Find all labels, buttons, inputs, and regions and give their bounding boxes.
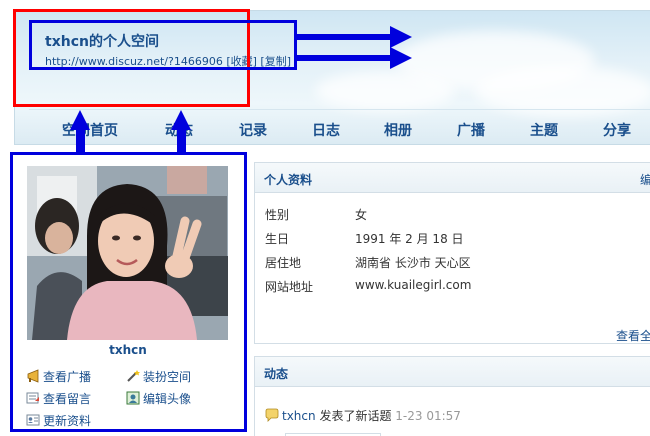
profile-info-panel: 个人资料 编 性别 女 生日 1991 年 2 月 18 日 居住地 湖南省 长… bbox=[254, 162, 650, 344]
annotation-arrow-right-2-head bbox=[390, 47, 412, 69]
nav-broadcast[interactable]: 广播 bbox=[457, 120, 485, 140]
feed-header: 动态 bbox=[255, 357, 650, 387]
info-value: 1991 年 2 月 18 日 bbox=[355, 232, 464, 246]
info-label: 居住地 bbox=[265, 256, 302, 270]
annotation-arrow-right-2 bbox=[297, 55, 392, 61]
feed-user-link[interactable]: txhcn bbox=[282, 409, 316, 423]
info-row-birthday: 生日 1991 年 2 月 18 日 bbox=[265, 230, 464, 247]
feed-panel: 动态 txhcn 发表了新话题 1-23 01:57 bbox=[254, 356, 650, 436]
annotation-blue-box-profile bbox=[10, 152, 247, 432]
annotation-arrow-up-2-head bbox=[171, 110, 191, 130]
info-row-gender: 性别 女 bbox=[265, 206, 367, 223]
feed-time: 1-23 01:57 bbox=[395, 409, 461, 423]
info-row-website: 网站地址 www.kuailegirl.com bbox=[265, 278, 471, 295]
info-label: 生日 bbox=[265, 232, 290, 246]
info-label: 性别 bbox=[265, 208, 290, 222]
annotation-arrow-right-1-head bbox=[390, 26, 412, 48]
annotation-blue-box-title bbox=[29, 20, 297, 70]
feed-text: 发表了新话题 bbox=[315, 409, 396, 423]
info-value: 女 bbox=[355, 208, 368, 222]
nav-topics[interactable]: 主题 bbox=[530, 120, 558, 140]
website-link[interactable]: www.kuailegirl.com bbox=[355, 278, 471, 292]
speech-bubble-icon bbox=[265, 408, 279, 422]
feed-item: txhcn 发表了新话题 1-23 01:57 bbox=[265, 407, 461, 424]
annotation-arrow-right-1 bbox=[297, 34, 392, 40]
view-all-link[interactable]: 查看全 bbox=[616, 327, 650, 344]
annotation-arrow-up-1-head bbox=[70, 110, 90, 130]
nav-records[interactable]: 记录 bbox=[239, 120, 267, 140]
info-value: 湖南省 长沙市 天心区 bbox=[355, 256, 471, 270]
space-nav: 空间首页 动态 记录 日志 相册 广播 主题 分享 bbox=[29, 109, 650, 144]
info-label: 网站地址 bbox=[265, 280, 314, 294]
nav-share[interactable]: 分享 bbox=[603, 120, 631, 140]
profile-info-title: 个人资料 bbox=[264, 173, 313, 187]
profile-info-header: 个人资料 编 bbox=[255, 163, 650, 193]
info-row-residence: 居住地 湖南省 长沙市 天心区 bbox=[265, 254, 471, 271]
nav-blog[interactable]: 日志 bbox=[312, 120, 340, 140]
annotation-arrow-up-1 bbox=[76, 128, 85, 154]
annotation-arrow-up-2 bbox=[177, 128, 186, 154]
feed-title: 动态 bbox=[264, 367, 289, 381]
edit-profile-link[interactable]: 编 bbox=[640, 171, 650, 188]
nav-album[interactable]: 相册 bbox=[384, 120, 412, 140]
